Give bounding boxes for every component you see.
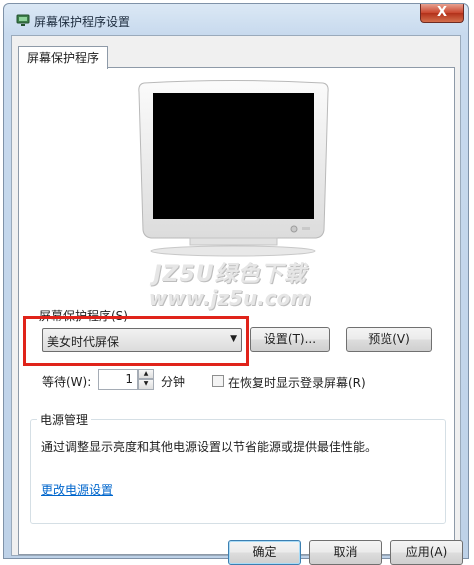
change-power-settings-link[interactable]: 更改电源设置 [41,481,113,498]
wait-minutes-input[interactable]: 1 [98,369,138,390]
monitor-preview [138,80,329,257]
cancel-button[interactable]: 取消 [309,540,382,565]
preview-button[interactable]: 预览(V) [346,327,432,352]
settings-button[interactable]: 设置(T)... [250,327,330,352]
ok-button[interactable]: 确定 [228,540,301,565]
tab-screensaver[interactable]: 屏幕保护程序 [18,46,109,69]
power-group-title: 电源管理 [37,411,92,428]
window-title: 屏幕保护程序设置 [34,15,131,29]
wait-label: 等待(W): [42,375,92,389]
close-button[interactable]: X [420,4,464,23]
spin-down-icon[interactable]: ▼ [138,379,154,390]
resume-login-label[interactable]: 在恢复时显示登录屏幕(R) [228,374,366,391]
spin-up-icon[interactable]: ▲ [138,369,154,379]
power-management-group [30,419,446,524]
highlight-annotation [23,316,249,366]
resume-login-checkbox[interactable] [212,375,224,387]
title-bar: 屏幕保护程序设置 X [4,4,468,36]
minutes-label: 分钟 [161,375,186,389]
power-description: 通过调整显示亮度和其他电源设置以节省能源或提供最佳性能。 [41,440,378,454]
apply-button[interactable]: 应用(A) [390,540,463,565]
display-settings-icon [16,14,30,26]
screen-preview [153,93,314,219]
